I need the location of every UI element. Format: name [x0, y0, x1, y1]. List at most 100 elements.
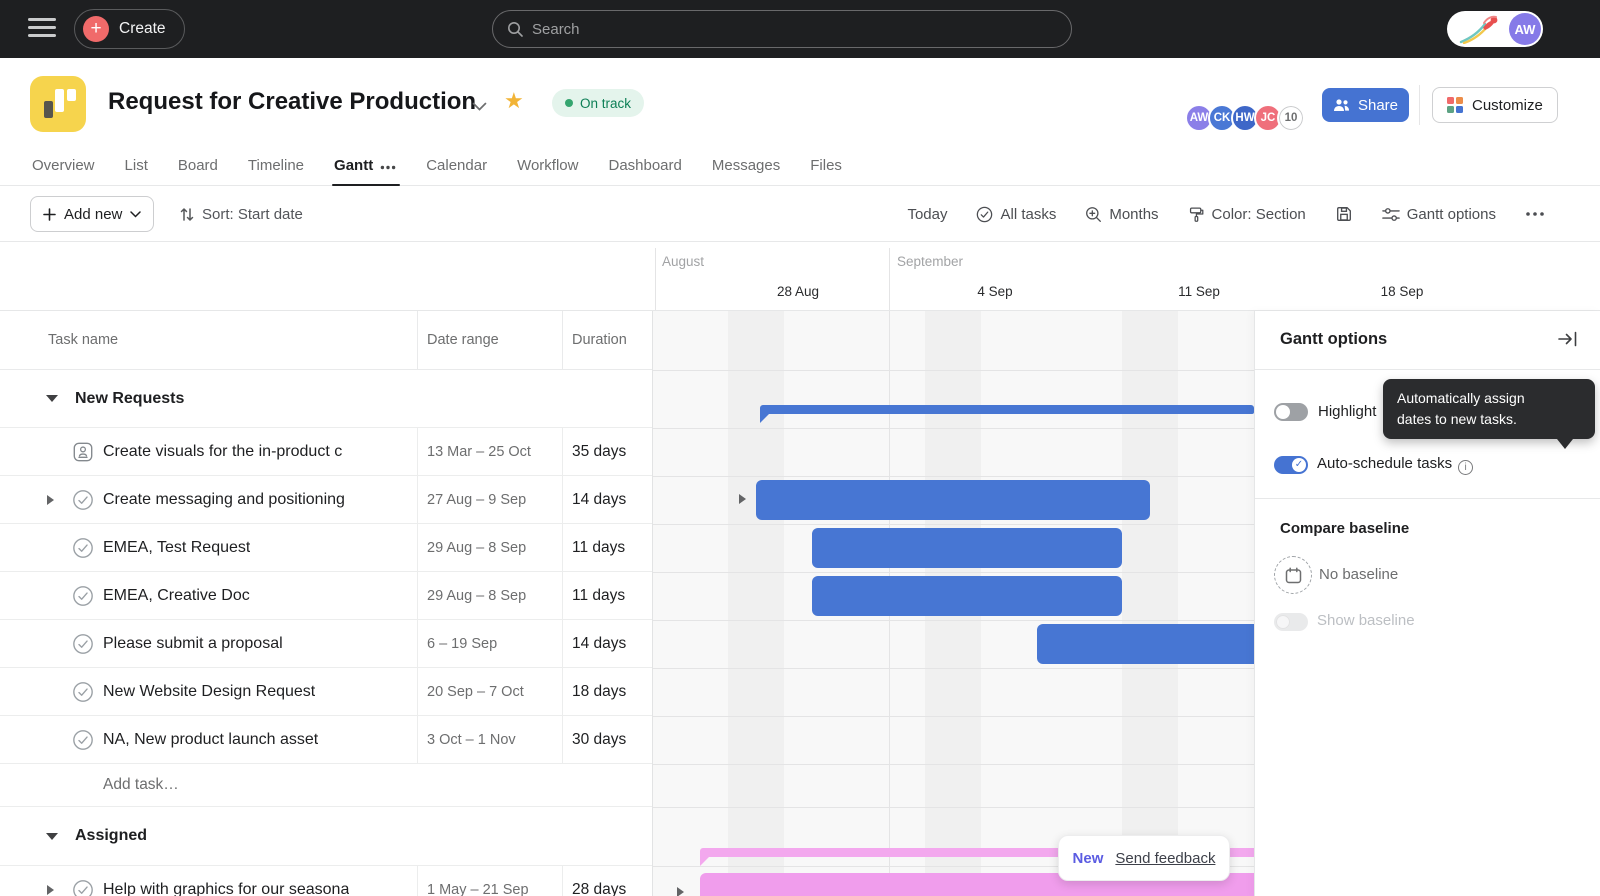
duration-cell[interactable]: 11 days — [562, 572, 652, 619]
create-button[interactable]: + Create — [74, 9, 185, 49]
duration-cell[interactable]: 11 days — [562, 524, 652, 571]
expand-caret-icon[interactable] — [677, 887, 684, 896]
project-icon[interactable] — [30, 76, 86, 132]
tab-workflow[interactable]: Workflow — [517, 146, 578, 186]
auto-schedule-toggle[interactable]: ✓ — [1274, 456, 1308, 474]
column-header-task-name[interactable]: Task name — [0, 311, 417, 369]
toolbar-save-button[interactable] — [1335, 205, 1353, 223]
date-range-cell[interactable]: 6 – 19 Sep — [417, 620, 562, 667]
collapse-panel-icon[interactable] — [1558, 331, 1578, 352]
duration-cell[interactable]: 35 days — [562, 428, 652, 475]
more-icon — [1525, 211, 1545, 217]
add-task-row[interactable]: Add task… — [0, 764, 652, 807]
duration-cell[interactable]: 30 days — [562, 716, 652, 763]
user-account-pill[interactable]: AW — [1447, 11, 1543, 47]
toolbar-today-button[interactable]: Today — [907, 206, 947, 223]
duration-cell[interactable]: 14 days — [562, 620, 652, 667]
sort-control[interactable]: Sort: Start date — [180, 196, 303, 232]
task-name[interactable]: NA, New product launch asset — [0, 731, 318, 749]
section-collapse-caret-icon[interactable] — [46, 395, 58, 402]
favorite-star-icon[interactable]: ★ — [504, 88, 524, 114]
table-row[interactable]: EMEA, Creative Doc 29 Aug – 8 Sep11 days — [0, 572, 652, 620]
tab-files[interactable]: Files — [810, 146, 842, 186]
avatar-10[interactable]: 10 — [1277, 104, 1305, 132]
task-name[interactable]: Create visuals for the in-product c — [0, 443, 342, 461]
toolbar-more-button[interactable] — [1525, 211, 1545, 217]
approval-icon[interactable] — [72, 441, 94, 463]
toolbar-gantt-options-button[interactable]: Gantt options — [1382, 206, 1496, 223]
tab-overview[interactable]: Overview — [32, 146, 95, 186]
info-icon[interactable]: i — [1458, 460, 1473, 475]
check-circle-icon[interactable] — [72, 585, 94, 607]
check-circle-icon[interactable] — [72, 729, 94, 751]
date-range-cell[interactable]: 29 Aug – 8 Sep — [417, 524, 562, 571]
duration-cell[interactable]: 14 days — [562, 476, 652, 523]
tab-list[interactable]: List — [125, 146, 148, 186]
check-circle-icon[interactable] — [72, 633, 94, 655]
table-row[interactable]: Help with graphics for our seasona1 May … — [0, 866, 652, 896]
date-range-cell[interactable]: 27 Aug – 9 Sep — [417, 476, 562, 523]
expand-caret-icon[interactable] — [739, 494, 746, 504]
tab-messages[interactable]: Messages — [712, 146, 780, 186]
add-new-button[interactable]: Add new — [30, 196, 154, 232]
expand-caret-icon[interactable] — [47, 885, 54, 895]
baseline-calendar-icon[interactable] — [1274, 556, 1312, 594]
toolbar-color-section-button[interactable]: Color: Section — [1188, 206, 1306, 223]
column-header-date-range[interactable]: Date range — [417, 311, 562, 369]
status-badge[interactable]: On track — [552, 89, 644, 117]
duration-cell[interactable]: 28 days — [562, 866, 652, 896]
task-name[interactable]: EMEA, Test Request — [0, 539, 250, 557]
date-range-cell[interactable]: 20 Sep – 7 Oct — [417, 668, 562, 715]
date-range-cell[interactable]: 29 Aug – 8 Sep — [417, 572, 562, 619]
show-baseline-toggle[interactable] — [1274, 613, 1308, 631]
gantt-task-bar[interactable] — [812, 528, 1122, 568]
tab-calendar[interactable]: Calendar — [426, 146, 487, 186]
customize-button-label: Customize — [1472, 97, 1543, 114]
table-row[interactable]: Create messaging and positioning27 Aug –… — [0, 476, 652, 524]
table-row[interactable]: New Website Design Request 20 Sep – 7 Oct… — [0, 668, 652, 716]
task-name[interactable]: New Website Design Request — [0, 683, 315, 701]
gantt-task-bar[interactable] — [812, 576, 1122, 616]
check-circle-icon[interactable] — [72, 537, 94, 559]
table-row[interactable]: Create visuals for the in-product c 13 Ma… — [0, 428, 652, 476]
chevron-down-icon[interactable] — [472, 98, 487, 116]
share-button[interactable]: Share — [1322, 88, 1409, 122]
tab-gantt[interactable]: Gantt — [334, 146, 396, 186]
check-circle-icon[interactable] — [72, 879, 94, 896]
duration-cell[interactable]: 18 days — [562, 668, 652, 715]
expand-caret-icon[interactable] — [47, 495, 54, 505]
tab-dashboard[interactable]: Dashboard — [608, 146, 681, 186]
hamburger-menu-icon[interactable] — [28, 18, 56, 40]
gantt-task-bar[interactable] — [1037, 624, 1257, 664]
check-circle-icon[interactable] — [72, 681, 94, 703]
tab-board[interactable]: Board — [178, 146, 218, 186]
toolbar-months-button[interactable]: Months — [1085, 206, 1158, 223]
table-row[interactable]: NA, New product launch asset 3 Oct – 1 No… — [0, 716, 652, 764]
table-row[interactable]: Please submit a proposal 6 – 19 Sep14 day… — [0, 620, 652, 668]
date-range-cell[interactable]: 3 Oct – 1 Nov — [417, 716, 562, 763]
highlight-toggle[interactable] — [1274, 403, 1308, 421]
auto-schedule-label: Auto-schedule tasksi — [1317, 455, 1473, 475]
toolbar-all-tasks-button[interactable]: All tasks — [976, 206, 1056, 223]
gantt-task-bar[interactable] — [756, 480, 1150, 520]
check-circle-icon[interactable] — [72, 489, 94, 511]
customize-button[interactable]: Customize — [1432, 87, 1558, 123]
task-name[interactable]: EMEA, Creative Doc — [0, 587, 250, 605]
tab-timeline[interactable]: Timeline — [248, 146, 304, 186]
search-bar[interactable] — [492, 10, 1072, 48]
main-content: NewSend feedback Task name Date range Du… — [0, 310, 1600, 896]
gantt-summary-bar[interactable] — [760, 405, 1254, 427]
table-row[interactable]: EMEA, Test Request 29 Aug – 8 Sep11 days — [0, 524, 652, 572]
toolbar-right-group: Today All tasks Months Color: Section Gantt … — [907, 196, 1545, 232]
date-range-cell[interactable]: 1 May – 21 Sep — [417, 866, 562, 896]
task-name[interactable]: Please submit a proposal — [0, 635, 283, 653]
search-icon — [507, 21, 523, 37]
add-task-placeholder[interactable]: Add task… — [0, 776, 179, 794]
send-feedback-link[interactable]: Send feedback — [1115, 850, 1215, 867]
section-collapse-caret-icon[interactable] — [46, 833, 58, 840]
search-input[interactable] — [532, 21, 1012, 38]
column-header-duration[interactable]: Duration — [562, 311, 652, 369]
date-range-cell[interactable]: 13 Mar – 25 Oct — [417, 428, 562, 475]
tab-overflow-icon[interactable] — [380, 157, 396, 174]
avatar[interactable]: AW — [1509, 13, 1541, 45]
